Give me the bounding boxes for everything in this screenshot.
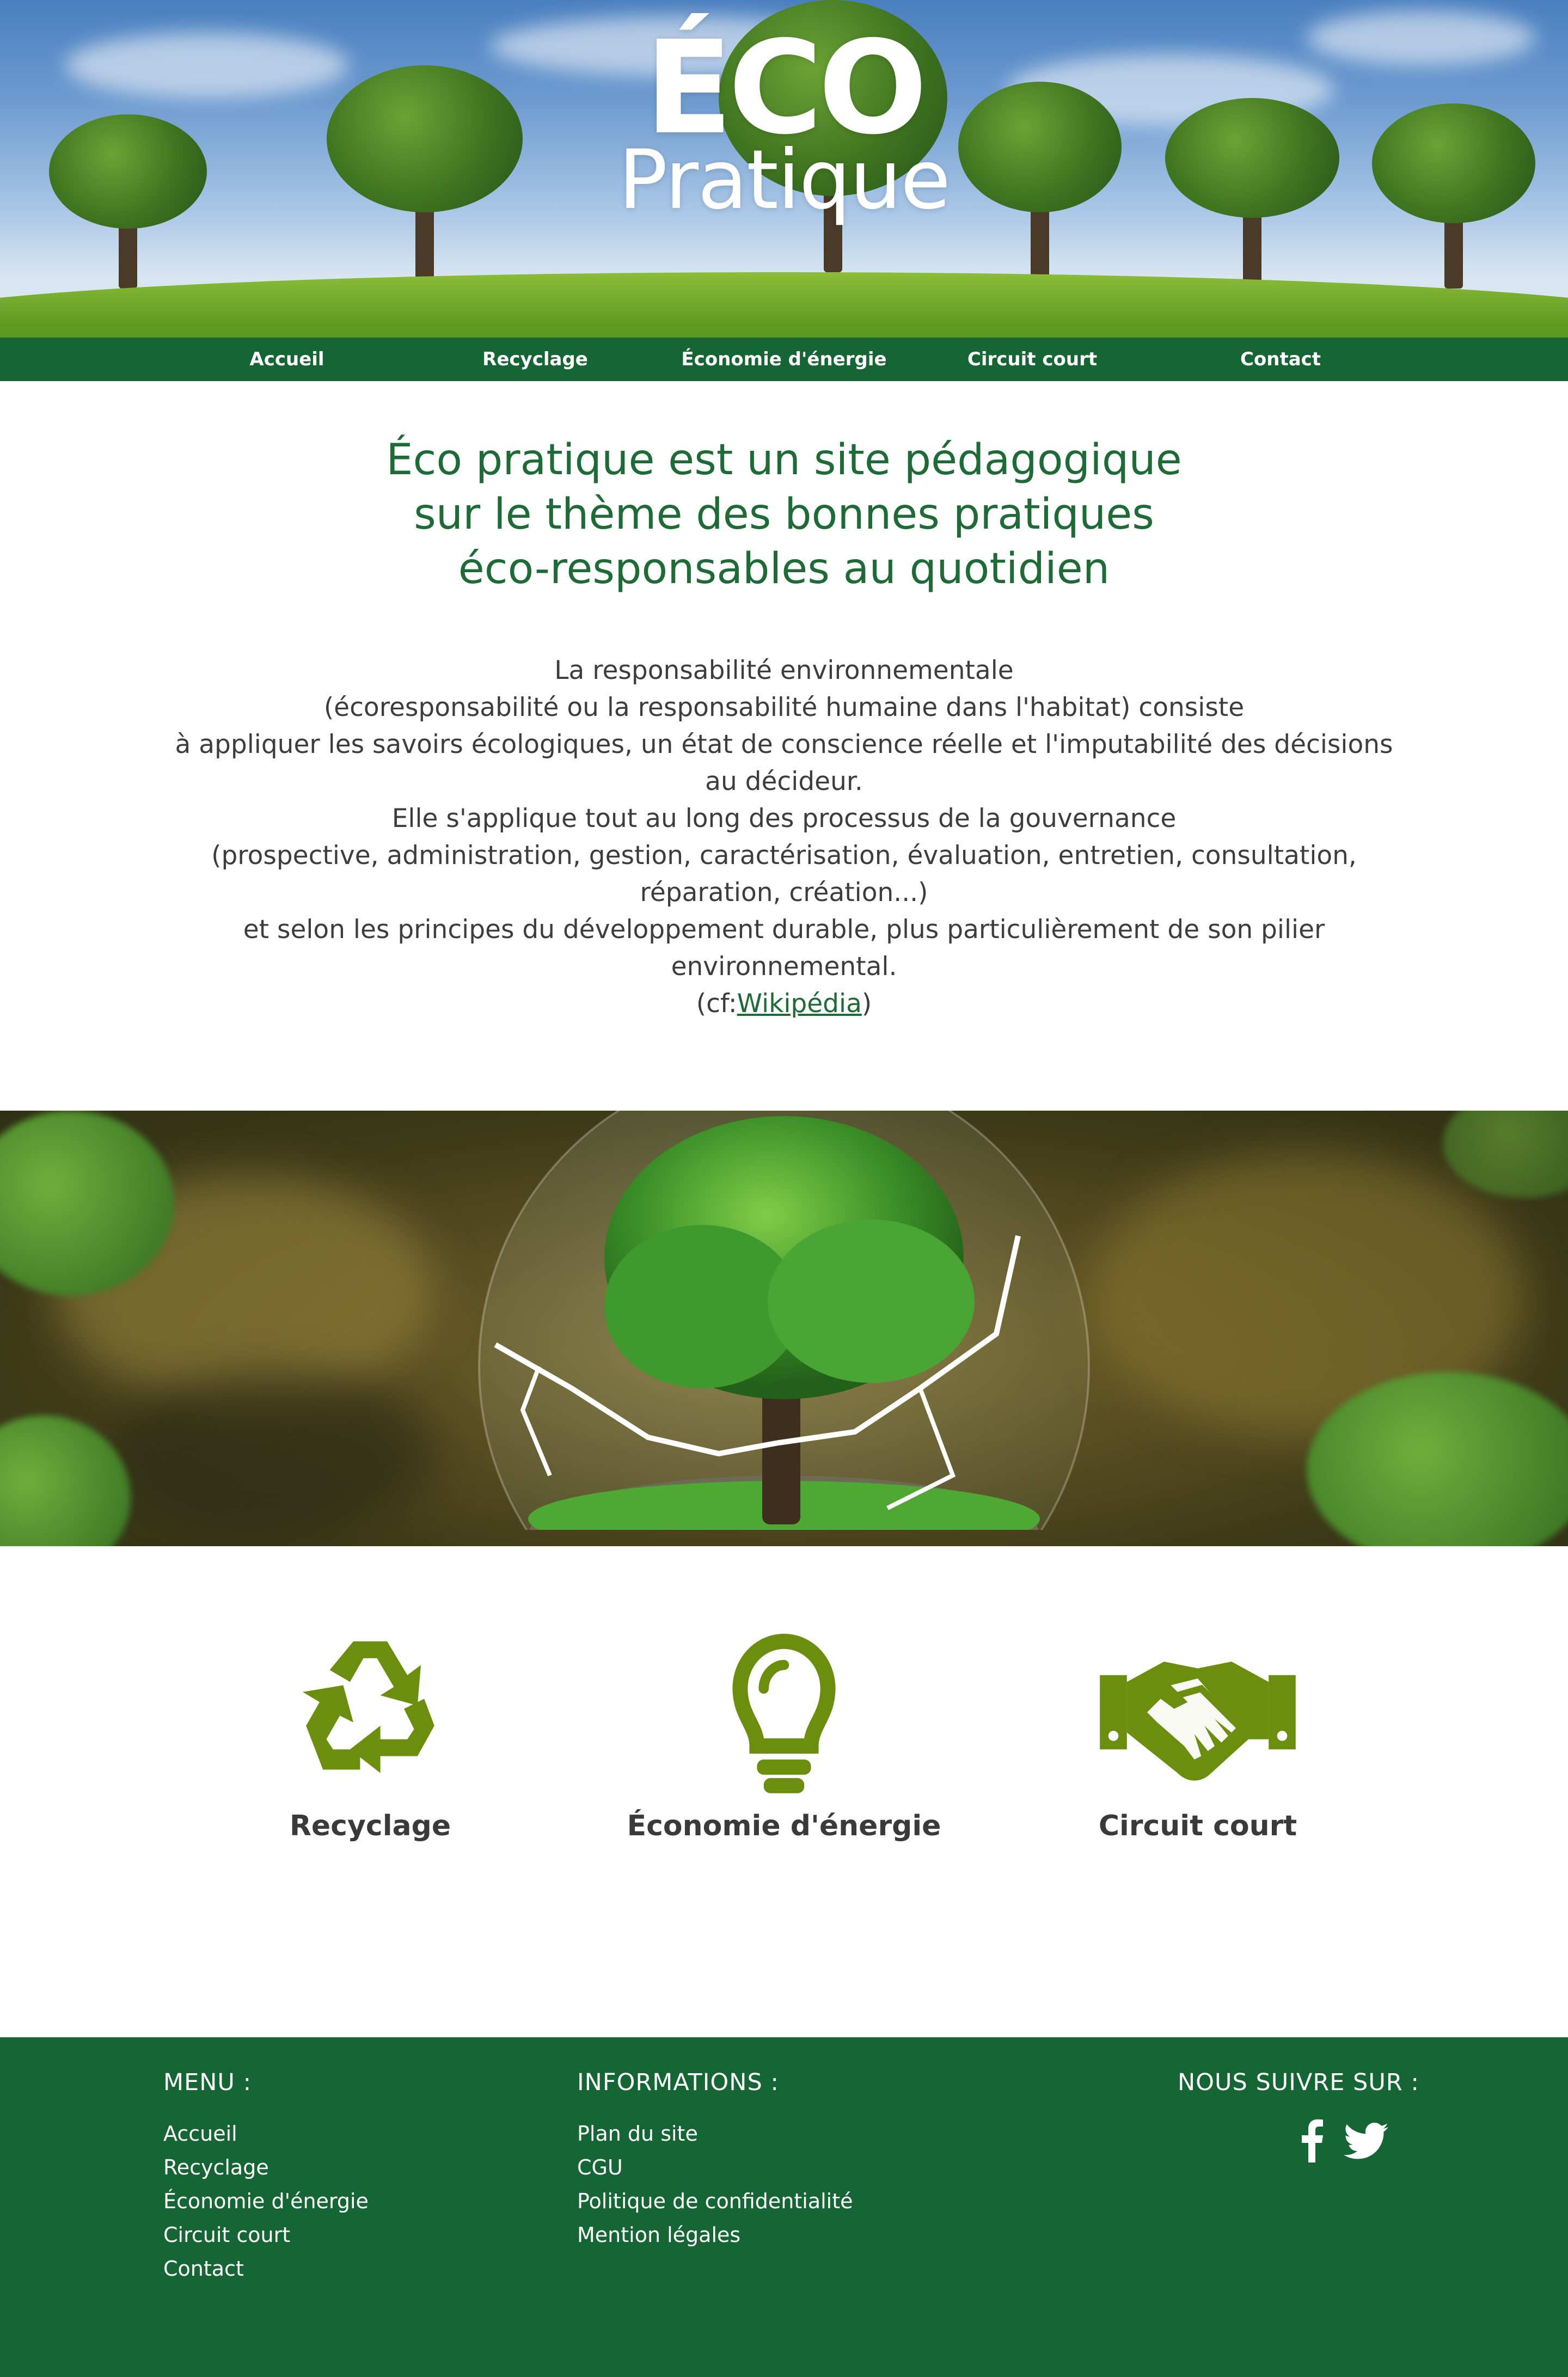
nav-item-circuit-court[interactable]: Circuit court <box>918 338 1147 381</box>
feature-label: Recyclage <box>289 1810 451 1842</box>
nav-item-accueil[interactable]: Accueil <box>173 338 401 381</box>
footer-link-mentions-legales[interactable]: Mention légales <box>577 2218 853 2252</box>
footer-menu: MENU : Accueil Recyclage Économie d'éner… <box>163 2069 369 2286</box>
intro-text-line: et selon les principes du développement … <box>243 915 1325 945</box>
tree-illustration <box>958 82 1122 278</box>
intro-text-line: environnemental. <box>671 952 897 982</box>
footer-link-recyclage[interactable]: Recyclage <box>163 2151 369 2184</box>
footer-info-title: INFORMATIONS : <box>577 2069 779 2096</box>
leaf-foliage <box>0 1416 131 1546</box>
citation: (cf:Wikipédia) <box>158 985 1410 1022</box>
intro-text-line: à appliquer les savoirs écologiques, un … <box>175 730 1393 759</box>
intro-text-line: réparation, création...) <box>640 878 928 908</box>
nav-item-recyclage[interactable]: Recyclage <box>421 338 650 381</box>
feature-recyclage[interactable]: Recyclage <box>234 1628 506 1842</box>
cloud <box>1307 11 1535 65</box>
intro-heading-line: sur le thème des bonnes pratiques <box>414 490 1154 539</box>
cloud <box>65 33 348 98</box>
nav-item-economie-energie[interactable]: Économie d'énergie <box>670 338 898 381</box>
footer-social-title: NOUS SUIVRE SUR : <box>1178 2069 1419 2096</box>
tree-illustration <box>1165 98 1339 283</box>
intro-heading-line: éco-responsables au quotidien <box>458 544 1110 593</box>
citation-suffix: ) <box>861 989 872 1019</box>
footer-link-cgu[interactable]: CGU <box>577 2151 853 2184</box>
footer-link-accueil[interactable]: Accueil <box>163 2117 369 2151</box>
intro-text-line: (écoresponsabilité ou la responsabilité … <box>323 693 1245 722</box>
intro-text: La responsabilité environnementale (écor… <box>158 652 1410 1022</box>
hero-header: ÉCO Pratique <box>0 0 1568 338</box>
footer-link-economie-energie[interactable]: Économie d'énergie <box>163 2184 369 2218</box>
footer-social: NOUS SUIVRE SUR : <box>1178 2069 1419 2117</box>
leaf-foliage <box>1443 1111 1568 1198</box>
footer-link-plan-du-site[interactable]: Plan du site <box>577 2117 853 2151</box>
recycle-icon <box>303 1641 434 1773</box>
intro-text-line: La responsabilité environnementale <box>554 655 1014 685</box>
feature-economie-energie[interactable]: Économie d'énergie <box>621 1628 947 1842</box>
glass-globe-tree-illustration <box>474 1062 1094 1682</box>
tree-illustration <box>49 114 207 289</box>
footer-informations: INFORMATIONS : Plan du site CGU Politiqu… <box>577 2069 853 2252</box>
tree-illustration <box>327 65 523 283</box>
lightbulb-icon <box>732 1633 836 1793</box>
site-footer: MENU : Accueil Recyclage Économie d'éner… <box>0 2037 1568 2377</box>
intro-text-line: au décideur. <box>705 767 863 797</box>
site-logo[interactable]: ÉCO Pratique <box>610 24 958 228</box>
main-nav: Accueil Recyclage Économie d'énergie Cir… <box>0 338 1568 381</box>
wikipedia-link[interactable]: Wikipédia <box>737 989 862 1019</box>
logo-subtitle: Pratique <box>618 133 951 228</box>
tree-illustration <box>1372 103 1535 289</box>
feature-circuit-court[interactable]: Circuit court <box>1062 1628 1334 1842</box>
facebook-icon[interactable] <box>1301 2119 1323 2162</box>
intro-text-line: (prospective, administration, gestion, c… <box>211 841 1357 871</box>
nav-item-contact[interactable]: Contact <box>1166 338 1395 381</box>
social-links <box>1301 2119 1399 2168</box>
feature-label: Circuit court <box>1098 1810 1297 1842</box>
handshake-icon <box>1100 1662 1296 1781</box>
footer-link-politique-confidentialite[interactable]: Politique de confidentialité <box>577 2184 853 2218</box>
intro-text-line: Elle s'applique tout au long des process… <box>391 804 1177 834</box>
intro-heading: Éco pratique est un site pédagogique sur… <box>240 433 1328 596</box>
footer-menu-title: MENU : <box>163 2069 252 2096</box>
twitter-icon[interactable] <box>1344 2122 1388 2160</box>
feature-label: Économie d'énergie <box>627 1810 941 1842</box>
bokeh-blob <box>109 1372 436 1535</box>
footer-link-circuit-court[interactable]: Circuit court <box>163 2218 369 2252</box>
footer-link-contact[interactable]: Contact <box>163 2252 369 2286</box>
citation-prefix: (cf: <box>696 989 737 1019</box>
intro-heading-line: Éco pratique est un site pédagogique <box>386 436 1182 485</box>
